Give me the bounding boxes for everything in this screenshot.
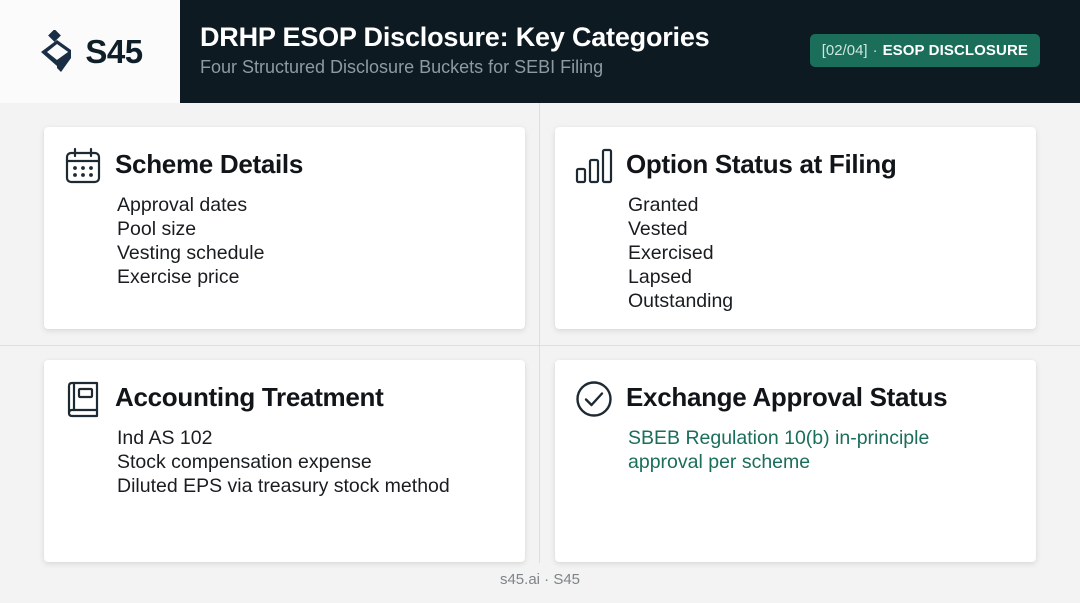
footer: s45.ai · S45 xyxy=(499,571,581,588)
list-item: Diluted EPS via treasury stock method xyxy=(117,475,450,497)
list-item: Granted xyxy=(628,194,699,216)
book-icon xyxy=(67,381,99,418)
bar-chart-icon xyxy=(575,148,613,184)
card-option-status: Option Status at Filing Granted Vested E… xyxy=(555,127,1036,329)
page-subtitle: Four Structured Disclosure Buckets for S… xyxy=(200,57,604,77)
grid-divider-vertical xyxy=(539,103,540,563)
check-circle-icon xyxy=(576,381,612,417)
approval-note: SBEB Regulation 10(b) in-principle appro… xyxy=(628,426,929,474)
card-exchange-approval: Exchange Approval Status SBEB Regulation… xyxy=(555,360,1036,562)
list-item: Exercise price xyxy=(117,266,240,288)
logo-text: S45 xyxy=(85,32,143,70)
card-title: Option Status at Filing xyxy=(626,149,897,179)
card-accounting-treatment: Accounting Treatment Ind AS 102 Stock co… xyxy=(44,360,525,562)
card-title: Exchange Approval Status xyxy=(626,382,948,412)
card-list: Ind AS 102 Stock compensation expense Di… xyxy=(117,426,450,498)
card-list: Approval dates Pool size Vesting schedul… xyxy=(117,193,264,289)
list-item: Lapsed xyxy=(628,266,692,288)
card-title: Scheme Details xyxy=(115,149,304,179)
top-bar: S45 DRHP ESOP Disclosure: Key Categories… xyxy=(0,0,1080,103)
list-item: Exercised xyxy=(628,242,714,264)
badge-label: ESOP DISCLOSURE xyxy=(882,42,1028,59)
card-list: Granted Vested Exercised Lapsed Outstand… xyxy=(628,193,733,313)
grid-divider-horizontal xyxy=(0,345,1080,346)
list-item: Outstanding xyxy=(628,290,734,312)
section-badge: [02/04] · ESOP DISCLOSURE xyxy=(809,34,1040,67)
s45-logo-icon xyxy=(41,29,72,72)
list-item: Approval dates xyxy=(117,194,248,216)
card-scheme-details: Scheme Details Approval dates Pool size … xyxy=(44,127,525,329)
calendar-icon xyxy=(65,147,101,184)
page-title: DRHP ESOP Disclosure: Key Categories xyxy=(200,22,710,52)
card-title: Accounting Treatment xyxy=(115,382,384,412)
badge-separator: · xyxy=(872,42,878,59)
list-item: Stock compensation expense xyxy=(117,451,372,473)
approval-note-line: approval per scheme xyxy=(628,451,811,473)
list-item: Vesting schedule xyxy=(117,242,265,264)
list-item: Pool size xyxy=(117,218,197,240)
approval-note-line: SBEB Regulation 10(b) in-principle xyxy=(628,427,930,449)
header: DRHP ESOP Disclosure: Key Categories Fou… xyxy=(180,0,1080,103)
logo: S45 xyxy=(0,0,180,103)
list-item: Vested xyxy=(628,218,688,240)
list-item: Ind AS 102 xyxy=(117,427,213,449)
badge-index: [02/04] xyxy=(821,42,868,59)
